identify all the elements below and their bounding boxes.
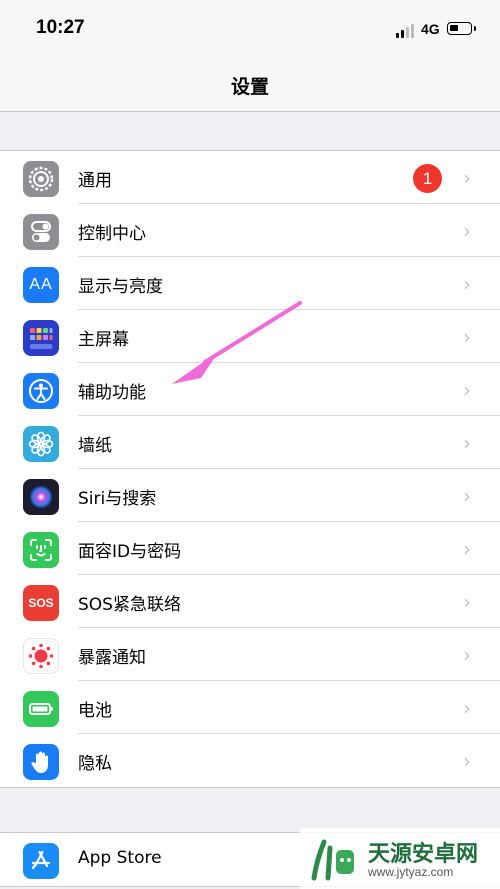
chevron-right-icon: › (463, 219, 471, 243)
settings-item-face-id-passcode[interactable]: 面容ID与密码 › (0, 522, 500, 575)
chevron-right-icon: › (463, 325, 471, 349)
chevron-right-icon: › (463, 484, 471, 508)
page-title: 设置 (230, 76, 269, 98)
watermark: 天源安卓网 www.jytyaz.com (300, 828, 500, 889)
chevron-right-icon: › (463, 537, 471, 561)
chevron-right-icon: › (463, 590, 471, 614)
home-grid-icon (23, 320, 59, 356)
signal-icon (396, 24, 416, 38)
settings-item-label: 墙纸 (78, 436, 112, 456)
settings-item-label: Siri与搜索 (78, 489, 157, 509)
sos-icon: SOS (23, 585, 59, 621)
settings-item-label: 主屏幕 (78, 330, 129, 350)
navigation-bar: 设置 (0, 58, 500, 112)
settings-item-battery[interactable]: 电池 › (0, 681, 500, 734)
settings-group-main: 通用 1 › 控制中心 › AA 显示与亮度 › 主屏幕 › 辅助功能 › 墙纸… (0, 150, 500, 788)
notification-badge: 1 (413, 164, 442, 193)
settings-item-display-brightness[interactable]: AA 显示与亮度 › (0, 257, 500, 310)
chevron-right-icon: › (463, 749, 471, 773)
text-size-icon: AA (23, 267, 59, 303)
settings-item-emergency-sos[interactable]: SOS SOS紧急联络 › (0, 575, 500, 628)
status-time: 10:27 (36, 17, 85, 38)
face-id-icon (23, 532, 59, 568)
toggles-icon (23, 214, 59, 250)
settings-item-label: 暴露通知 (78, 648, 146, 668)
settings-item-home-screen[interactable]: 主屏幕 › (0, 310, 500, 363)
settings-item-label: 电池 (78, 701, 112, 721)
settings-item-label: 显示与亮度 (78, 277, 163, 297)
settings-item-accessibility[interactable]: 辅助功能 › (0, 363, 500, 416)
watermark-brand: 天源安卓网 (368, 842, 479, 867)
chevron-right-icon: › (463, 272, 471, 296)
settings-item-label: 控制中心 (78, 224, 146, 244)
settings-item-exposure-notifications[interactable]: 暴露通知 › (0, 628, 500, 681)
app-store-icon (23, 843, 59, 879)
settings-item-label: 隐私 (78, 754, 112, 774)
settings-item-siri-search[interactable]: Siri与搜索 › (0, 469, 500, 522)
settings-item-control-center[interactable]: 控制中心 › (0, 204, 500, 257)
chevron-right-icon: › (463, 696, 471, 720)
settings-item-label: SOS紧急联络 (78, 595, 181, 615)
settings-item-wallpaper[interactable]: 墙纸 › (0, 416, 500, 469)
flower-icon (23, 426, 59, 462)
siri-icon (23, 479, 59, 515)
settings-item-label: App Store (78, 848, 162, 868)
settings-item-label: 通用 (78, 171, 112, 191)
battery-status-icon (447, 22, 476, 35)
gear-icon (23, 161, 59, 197)
exposure-icon (23, 638, 59, 674)
network-type: 4G (421, 21, 440, 37)
settings-item-label: 面容ID与密码 (78, 542, 182, 562)
accessibility-icon (23, 373, 59, 409)
chevron-right-icon: › (463, 643, 471, 667)
settings-item-privacy[interactable]: 隐私 › (0, 734, 500, 787)
watermark-logo-icon (311, 839, 354, 881)
hand-icon (23, 744, 59, 780)
status-bar: 10:27 4G (0, 0, 500, 58)
settings-item-general[interactable]: 通用 1 › (0, 151, 500, 204)
chevron-right-icon: › (463, 431, 471, 455)
chevron-right-icon: › (463, 378, 471, 402)
chevron-right-icon: › (463, 166, 471, 190)
settings-item-label: 辅助功能 (78, 383, 146, 403)
battery-icon (23, 691, 59, 727)
watermark-url: www.jytyaz.com (368, 865, 454, 879)
